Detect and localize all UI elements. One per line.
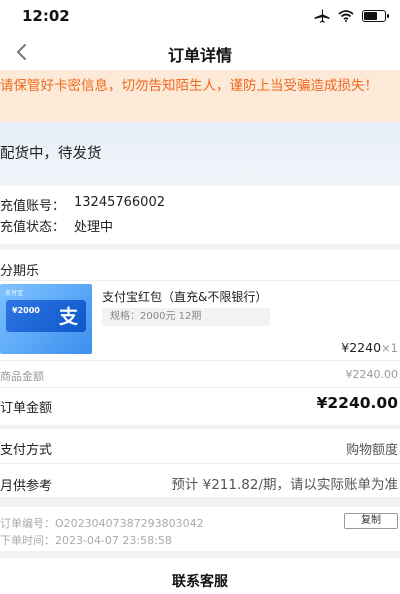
- order-number-row: 订单编号：O20230407387293803042: [0, 515, 204, 531]
- page-title: 订单详情: [167, 46, 232, 65]
- recharge-status-label: 充值状态：: [0, 220, 66, 235]
- wifi-icon: [338, 10, 354, 22]
- order-amount-value: ¥2240.00: [316, 394, 398, 412]
- divider: [0, 387, 400, 388]
- payment-method-label: 支付方式: [0, 443, 53, 458]
- product-title[interactable]: 支付宝红包（直充&不限银行）: [102, 288, 267, 305]
- subtotal-value: ¥2240.00: [345, 368, 399, 381]
- product-unit-price: ¥2240: [341, 340, 382, 355]
- divider: [0, 360, 400, 361]
- contact-service-label: 联系客服: [172, 574, 228, 590]
- status-bar: 12:02: [0, 0, 400, 34]
- subtotal-label: 商品金额: [0, 370, 44, 383]
- recharge-account-row: 充值账号： 13245766002: [0, 195, 165, 214]
- thumb-amount: ¥2000: [12, 306, 40, 315]
- recharge-account-label: 充值账号：: [0, 199, 66, 214]
- payment-method-value: 购物额度: [345, 443, 398, 458]
- order-time-value: 2023-04-07 23:58:58: [55, 534, 172, 547]
- recharge-account-value: 13245766002: [74, 195, 165, 210]
- copy-button[interactable]: 复制: [344, 513, 398, 529]
- order-status-text: 配货中，待发货: [0, 146, 102, 162]
- order-number-value: O20230407387293803042: [55, 517, 204, 530]
- payment-card: 支付方式 购物额度 月供参考 预计 ¥211.82/期，请以实际账单为准: [0, 429, 400, 497]
- product-thumbnail[interactable]: 支付宝 ¥2000 支: [0, 284, 92, 354]
- warning-banner: 请保管好卡密信息，切勿告知陌生人，谨防上当受骗造成损失！: [0, 70, 400, 122]
- airplane-icon: [314, 9, 330, 23]
- recharge-info-card: 充值账号： 13245766002 充值状态： 处理中: [0, 186, 400, 244]
- order-time-row: 下单时间：2023-04-07 23:58:58: [0, 532, 172, 548]
- recharge-status-row: 充值状态： 处理中: [0, 216, 113, 235]
- order-meta-card: 订单编号：O20230407387293803042 复制 下单时间：2023-…: [0, 507, 400, 551]
- alipay-glyph-icon: 支: [58, 306, 78, 328]
- order-time-label: 下单时间：: [0, 534, 55, 547]
- order-amount-label: 订单金额: [0, 401, 53, 416]
- product-spec: 规格：2000元 12期: [102, 308, 270, 326]
- product-card: 分期乐 支付宝 ¥2000 支 支付宝红包（直充&不限银行） 规格：2000元 …: [0, 250, 400, 425]
- recharge-status-value: 处理中: [74, 220, 114, 235]
- monthly-payment-value: 预计 ¥211.82/期，请以实际账单为准: [171, 477, 398, 493]
- monthly-payment-label: 月供参考: [0, 479, 53, 494]
- battery-charging-icon: [362, 10, 389, 22]
- order-number-label: 订单编号：: [0, 517, 55, 530]
- status-icons: [314, 9, 389, 23]
- thumb-card: ¥2000 支: [6, 300, 86, 332]
- divider: [0, 463, 400, 464]
- divider: [0, 280, 400, 281]
- product-quantity: ×1: [381, 341, 398, 355]
- order-status-block: 配货中，待发货: [0, 122, 400, 182]
- contact-service-button[interactable]: 联系客服: [0, 558, 400, 594]
- thumb-brand-logo: 支付宝: [5, 290, 24, 297]
- store-name: 分期乐: [0, 264, 40, 279]
- status-time: 12:02: [22, 7, 70, 25]
- nav-bar: 订单详情: [0, 34, 400, 70]
- product-price: ¥2240×1: [341, 340, 398, 355]
